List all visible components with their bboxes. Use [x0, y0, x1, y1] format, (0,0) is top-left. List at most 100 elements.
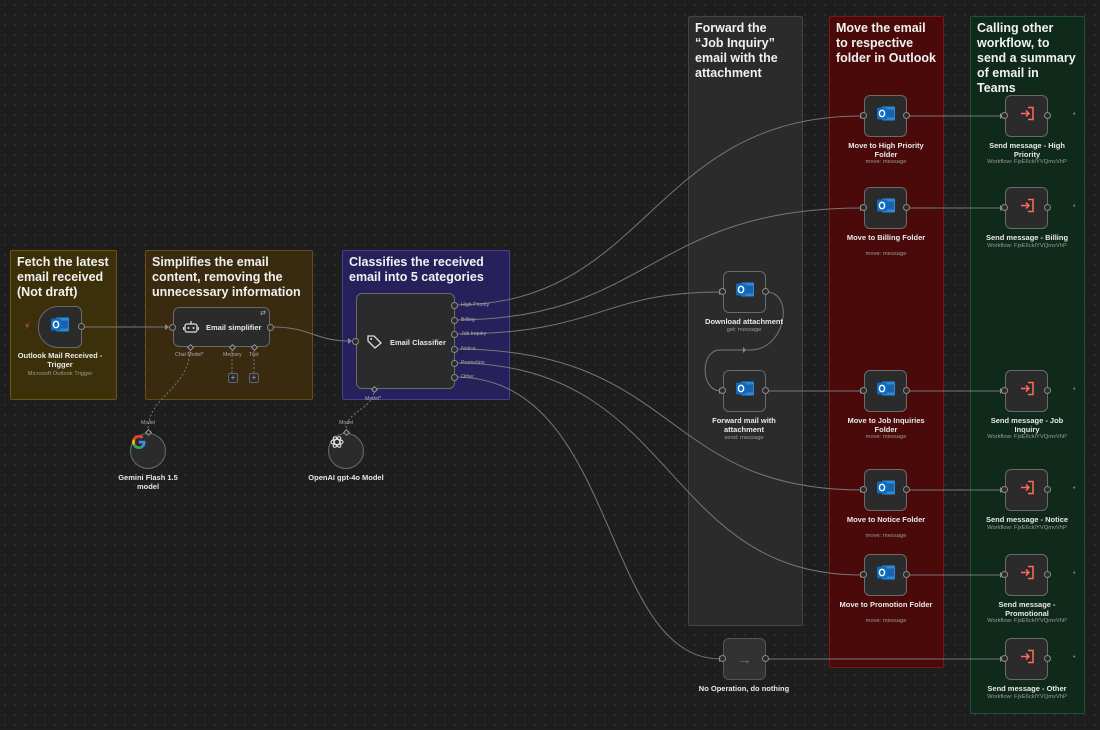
- send-input-port[interactable]: [1001, 112, 1008, 119]
- trigger-label: Outlook Mail Received - Trigger: [17, 351, 103, 369]
- move-folder-node[interactable]: [864, 95, 907, 137]
- noop-input-port[interactable]: [719, 655, 726, 662]
- move-input-port[interactable]: [860, 204, 867, 211]
- send-label: Send message - Billing: [985, 233, 1069, 242]
- move-sub: move: message: [865, 533, 907, 539]
- send-input-port[interactable]: [1001, 486, 1008, 493]
- add-node-icon[interactable]: •: [1073, 654, 1075, 661]
- openai-model-node[interactable]: [328, 433, 364, 469]
- edge-high-move: [454, 115, 863, 306]
- connections-layer: [84, 113, 1004, 662]
- download-output-port[interactable]: [762, 288, 769, 295]
- move-sub: move: message: [865, 251, 907, 257]
- outlook-icon: [876, 479, 896, 502]
- noop-output-port[interactable]: [762, 655, 769, 662]
- send-message-node[interactable]: [1005, 638, 1048, 680]
- gemini-port-label: Model: [141, 420, 156, 426]
- send-message-node[interactable]: [1005, 187, 1048, 229]
- send-input-port[interactable]: [1001, 387, 1008, 394]
- move-folder-node[interactable]: [864, 554, 907, 596]
- move-label: Move to Job Inquiries Folder: [847, 416, 925, 434]
- send-sub: Workflow: FjxE6cklYVQmvVhP: [987, 525, 1067, 531]
- openai-icon: [329, 434, 363, 455]
- email-classifier-label: Email Classifier: [390, 338, 446, 347]
- classifier-output-notice[interactable]: [451, 346, 458, 353]
- send-message-node[interactable]: [1005, 469, 1048, 511]
- send-input-port[interactable]: [1001, 571, 1008, 578]
- tool-label: Tool: [249, 352, 259, 358]
- simplifier-input-port[interactable]: [169, 324, 176, 331]
- download-input-port[interactable]: [719, 288, 726, 295]
- move-output-port[interactable]: [903, 571, 910, 578]
- move-label: Move to Notice Folder: [846, 515, 926, 524]
- classifier-output-high-priority[interactable]: [451, 302, 458, 309]
- forward-input-port[interactable]: [719, 387, 726, 394]
- send-sub: Workflow: FjxE6cklYVQmvVhP: [987, 243, 1067, 249]
- output-label-notice: Notice: [461, 346, 476, 352]
- move-folder-node[interactable]: [864, 187, 907, 229]
- send-output-port[interactable]: [1044, 112, 1051, 119]
- move-folder-node[interactable]: [864, 370, 907, 412]
- move-folder-node[interactable]: [864, 469, 907, 511]
- send-sub: Workflow: FjxE6cklYVQmvVhP: [987, 434, 1067, 440]
- trigger-output-port[interactable]: [78, 323, 85, 330]
- openai-port-label: Model: [339, 420, 354, 426]
- send-sub: Workflow: FjxE6cklYVQmvVhP: [987, 159, 1067, 165]
- send-output-port[interactable]: [1044, 486, 1051, 493]
- move-output-port[interactable]: [903, 387, 910, 394]
- send-message-node[interactable]: [1005, 554, 1048, 596]
- robot-icon: [182, 320, 200, 339]
- move-input-port[interactable]: [860, 571, 867, 578]
- move-input-port[interactable]: [860, 112, 867, 119]
- output-label-high-priority: High Priority: [461, 302, 490, 308]
- gemini-model-node[interactable]: [130, 433, 166, 469]
- no-operation-node[interactable]: →: [723, 638, 766, 680]
- classifier-input-port[interactable]: [352, 338, 359, 345]
- chat-model-label: Chat Model*: [175, 352, 204, 358]
- send-label: Send message - Promotional: [998, 600, 1056, 618]
- move-output-port[interactable]: [903, 204, 910, 211]
- add-node-icon[interactable]: •: [1073, 485, 1075, 492]
- execute-workflow-icon: [1019, 565, 1035, 586]
- forward-output-port[interactable]: [762, 387, 769, 394]
- outlook-icon: [735, 281, 755, 304]
- outlook-icon: [876, 105, 896, 128]
- output-label-billing: Billing: [461, 317, 475, 323]
- move-output-port[interactable]: [903, 112, 910, 119]
- add-node-icon[interactable]: •: [1073, 570, 1075, 577]
- add-node-icon[interactable]: •: [1073, 203, 1075, 210]
- send-message-node[interactable]: [1005, 370, 1048, 412]
- send-input-port[interactable]: [1001, 655, 1008, 662]
- download-sub: get: message: [726, 327, 762, 333]
- openai-label: OpenAI gpt-4o Model: [308, 473, 384, 482]
- email-simplifier-node[interactable]: Email simplifier ⇄: [173, 307, 270, 347]
- classifier-output-promotion[interactable]: [451, 360, 458, 367]
- send-input-port[interactable]: [1001, 204, 1008, 211]
- send-message-node[interactable]: [1005, 95, 1048, 137]
- move-label: Move to Promotion Folder: [839, 600, 933, 609]
- move-input-port[interactable]: [860, 486, 867, 493]
- classifier-output-billing[interactable]: [451, 317, 458, 324]
- send-output-port[interactable]: [1044, 204, 1051, 211]
- add-node-icon[interactable]: •: [1073, 386, 1075, 393]
- classifier-output-job-inquiry[interactable]: [451, 331, 458, 338]
- move-input-port[interactable]: [860, 387, 867, 394]
- classifier-output-other[interactable]: [451, 374, 458, 381]
- email-classifier-node[interactable]: Email Classifier: [356, 293, 455, 389]
- forward-label: Forward mail with attachment: [712, 416, 776, 434]
- add-tool-button[interactable]: +: [249, 373, 259, 383]
- outlook-trigger-node[interactable]: [38, 306, 82, 348]
- add-memory-button[interactable]: +: [228, 373, 238, 383]
- forward-mail-node[interactable]: [723, 370, 766, 412]
- execute-workflow-icon: [1019, 381, 1035, 402]
- download-attachment-node[interactable]: [723, 271, 766, 313]
- move-output-port[interactable]: [903, 486, 910, 493]
- send-output-port[interactable]: [1044, 571, 1051, 578]
- execute-workflow-icon: [1019, 480, 1035, 501]
- send-output-port[interactable]: [1044, 387, 1051, 394]
- add-node-icon[interactable]: •: [1073, 111, 1075, 118]
- edge-promotion-move: [454, 362, 863, 576]
- simplifier-output-port[interactable]: [267, 324, 274, 331]
- forward-sub: send: message: [724, 435, 764, 441]
- send-output-port[interactable]: [1044, 655, 1051, 662]
